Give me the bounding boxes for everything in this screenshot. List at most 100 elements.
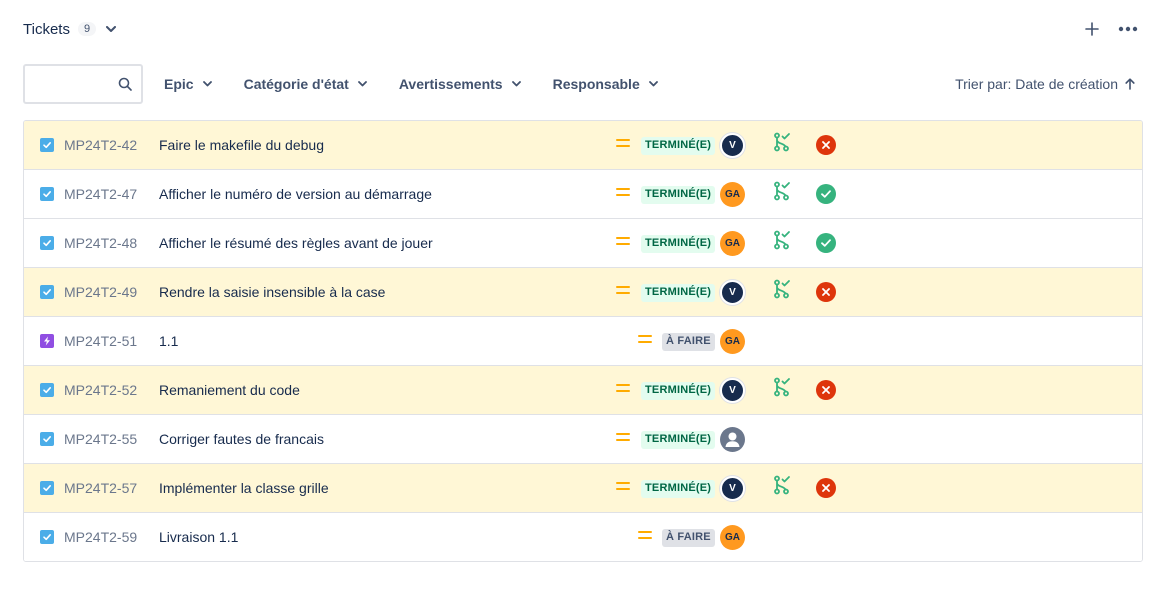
build-failed-icon[interactable] [816,282,836,302]
ticket-key[interactable]: MP24T2-49 [64,284,137,300]
checkbox-icon [40,481,54,495]
epic-filter[interactable]: Epic [164,76,212,92]
plus-icon[interactable] [1084,19,1100,39]
ticket-summary[interactable]: Afficher le numéro de version au démarra… [159,186,432,202]
warnings-filter-label: Avertissements [398,76,503,92]
table-row[interactable]: MP24T2-51 1.1 À FAIRE GA [24,317,1142,366]
search-input[interactable] [25,66,113,102]
checkbox-icon [40,138,54,152]
avatar[interactable]: GA [720,525,745,550]
ticket-key[interactable]: MP24T2-52 [64,382,137,398]
avatar[interactable]: V [720,133,745,158]
status-badge[interactable]: TERMINÉ(E) [641,480,716,498]
lightning-icon [40,334,54,348]
chevron-down-icon [202,81,212,87]
status-category-filter[interactable]: Catégorie d'état [244,76,367,92]
header-actions [1084,17,1138,41]
checkbox-icon [40,530,54,544]
avatar[interactable]: V [720,280,745,305]
priority-medium-icon [638,335,652,345]
status-badge[interactable]: TERMINÉ(E) [641,137,716,155]
ticket-table: MP24T2-42 Faire le makefile du debug TERMI… [23,120,1143,562]
priority-medium-icon [616,482,630,492]
ticket-summary[interactable]: Livraison 1.1 [159,529,238,545]
sort-control[interactable]: Trier par: Date de création [955,76,1135,92]
build-failed-icon[interactable] [816,380,836,400]
ticket-key[interactable]: MP24T2-51 [64,333,137,349]
filter-bar: Epic Catégorie d'état Avertissements Res… [23,64,1143,104]
sort-label: Trier par: Date de création [955,76,1118,92]
priority-medium-icon [616,286,630,296]
ticket-summary[interactable]: Corriger fautes de francais [159,431,324,447]
status-badge[interactable]: À FAIRE [662,333,715,351]
build-failed-icon[interactable] [816,135,836,155]
avatar[interactable]: V [720,378,745,403]
page-title: Tickets [23,20,70,38]
status-badge[interactable]: TERMINÉ(E) [641,382,716,400]
checkbox-icon [40,383,54,397]
table-row[interactable]: MP24T2-49 Rendre la saisie insensible à l… [24,268,1142,317]
avatar[interactable]: GA [720,231,745,256]
chevron-down-icon [357,81,367,87]
more-icon[interactable] [1118,19,1138,39]
assignee-filter[interactable]: Responsable [553,76,658,92]
priority-medium-icon [616,188,630,198]
table-row[interactable]: MP24T2-47 Afficher le numéro de version a… [24,170,1142,219]
checkbox-icon [40,432,54,446]
ticket-summary[interactable]: Rendre la saisie insensible à la case [159,284,385,300]
checkbox-icon [40,187,54,201]
table-row[interactable]: MP24T2-42 Faire le makefile du debug TERMI… [24,121,1142,170]
build-success-icon[interactable] [816,184,836,204]
ticket-key[interactable]: MP24T2-48 [64,235,137,251]
priority-medium-icon [616,139,630,149]
branch-merged-icon[interactable] [773,132,791,152]
checkbox-icon [40,285,54,299]
avatar[interactable]: GA [720,182,745,207]
table-row[interactable]: MP24T2-48 Afficher le résumé des règles a… [24,219,1142,268]
branch-merged-icon[interactable] [773,475,791,495]
priority-medium-icon [616,433,630,443]
ticket-summary[interactable]: Implémenter la classe grille [159,480,329,496]
status-badge[interactable]: TERMINÉ(E) [641,186,716,204]
priority-medium-icon [638,531,652,541]
status-badge[interactable]: TERMINÉ(E) [641,235,716,253]
ticket-key[interactable]: MP24T2-59 [64,529,137,545]
table-row[interactable]: MP24T2-52 Remaniement du code TERMINÉ(E) V [24,366,1142,415]
status-category-filter-label: Catégorie d'état [243,76,349,92]
chevron-down-icon [648,81,658,87]
chevron-down-icon [511,81,521,87]
ticket-key[interactable]: MP24T2-47 [64,186,137,202]
ticket-key[interactable]: MP24T2-55 [64,431,137,447]
tickets-header: Tickets 9 [23,17,118,41]
search-field [23,64,143,104]
ticket-summary[interactable]: 1.1 [159,333,178,349]
table-row[interactable]: MP24T2-55 Corriger fautes de francais TERM… [24,415,1142,464]
branch-merged-icon[interactable] [773,230,791,250]
warnings-filter[interactable]: Avertissements [399,76,521,92]
branch-merged-icon[interactable] [773,377,791,397]
table-row[interactable]: MP24T2-59 Livraison 1.1 À FAIRE GA [24,513,1142,561]
ticket-summary[interactable]: Afficher le résumé des règles avant de j… [159,235,433,251]
checkbox-icon [40,236,54,250]
default-avatar-icon[interactable] [720,427,745,452]
avatar[interactable]: GA [720,329,745,354]
build-failed-icon[interactable] [816,478,836,498]
ticket-summary[interactable]: Faire le makefile du debug [159,137,324,153]
ticket-summary[interactable]: Remaniement du code [159,382,300,398]
table-row[interactable]: MP24T2-57 Implémenter la classe grille TER… [24,464,1142,513]
build-success-icon[interactable] [816,233,836,253]
chevron-down-icon[interactable] [104,22,118,36]
branch-merged-icon[interactable] [773,181,791,201]
ticket-key[interactable]: MP24T2-42 [64,137,137,153]
epic-filter-label: Epic [164,76,194,92]
assignee-filter-label: Responsable [552,76,640,92]
branch-merged-icon[interactable] [773,279,791,299]
status-badge[interactable]: TERMINÉ(E) [641,284,716,302]
ticket-key[interactable]: MP24T2-57 [64,480,137,496]
status-badge[interactable]: TERMINÉ(E) [641,431,716,449]
priority-medium-icon [616,237,630,247]
ticket-count-badge: 9 [77,22,97,36]
search-icon[interactable] [118,77,132,91]
status-badge[interactable]: À FAIRE [662,529,715,547]
avatar[interactable]: V [720,476,745,501]
